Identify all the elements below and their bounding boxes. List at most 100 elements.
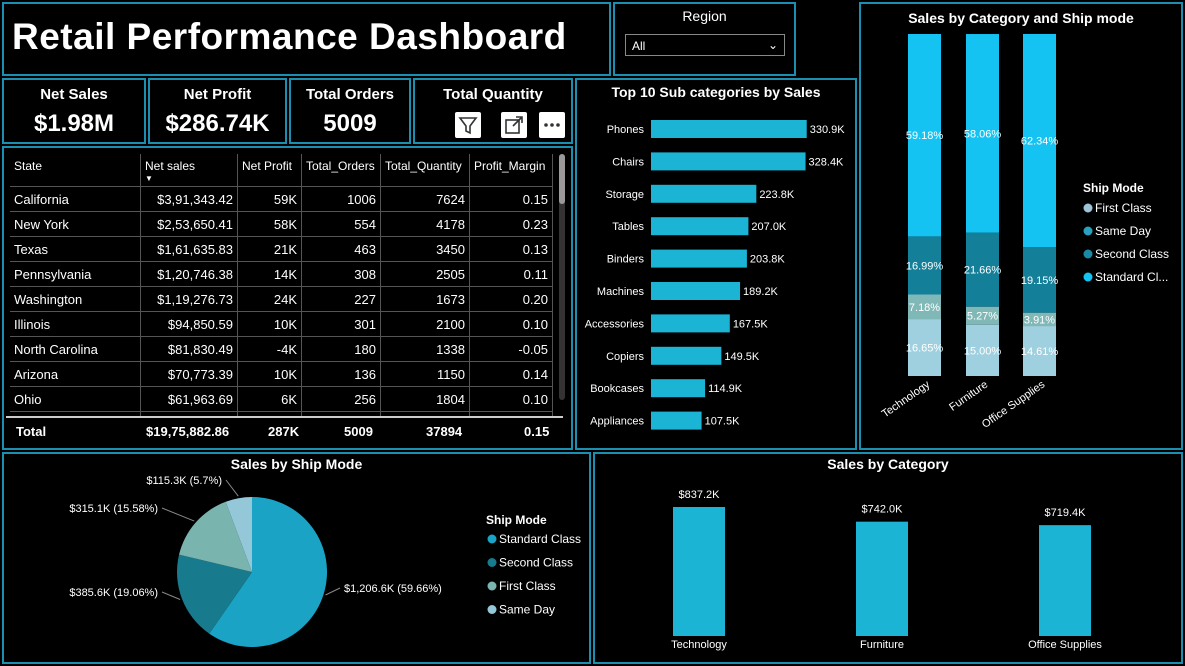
table-cell: Pennsylvania: [10, 261, 141, 287]
category-shipmode-panel: Sales by Category and Ship mode 16.65% 7.…: [859, 2, 1183, 450]
table-row[interactable]: Illinois $94,850.59 10K 301 2100 0.10: [10, 311, 553, 337]
kpi-label: Total Quantity: [443, 86, 543, 103]
data-label: 15.00%: [964, 345, 1002, 357]
tick-label: Machines: [597, 286, 645, 298]
table-cell: 1006: [301, 186, 381, 212]
kpi-value: $1.98M: [33, 110, 115, 137]
table-cell: $2,53,650.41: [140, 211, 238, 237]
table-cell: Texas: [10, 236, 141, 262]
column-header[interactable]: Net Profit: [237, 154, 302, 187]
table-cell: -4K: [237, 336, 302, 362]
data-label: 19.15%: [1021, 275, 1059, 287]
data-label: 207.0K: [751, 221, 787, 233]
data-label: 16.65%: [906, 343, 944, 355]
total-orders: 5009: [344, 424, 373, 439]
region-dropdown[interactable]: All ⌄: [625, 34, 785, 56]
table-cell: 14K: [237, 261, 302, 287]
table-cell: 0.10: [469, 386, 553, 412]
leader-line: [325, 587, 341, 596]
scroll-thumb[interactable]: [559, 154, 565, 204]
table-row[interactable]: New York $2,53,650.41 58K 554 4178 0.23: [10, 211, 553, 237]
table-cell: $61,963.69: [140, 386, 238, 412]
filter-icon[interactable]: [455, 112, 481, 138]
state-table: State Net sales ▼ Net Profit Total_Orders…: [10, 154, 553, 436]
subcategory-bar-chart: Phones 330.9K Chairs 328.4K Storage 223.8K Tab…: [585, 120, 845, 430]
more-options-icon[interactable]: [539, 112, 565, 138]
bar: [651, 249, 747, 268]
tick-label: Appliances: [590, 416, 644, 428]
table-cell: 21K: [237, 236, 302, 262]
legend-label: Standard Class: [499, 532, 581, 546]
bar: [1039, 525, 1091, 636]
table-scrollbar[interactable]: [559, 154, 565, 400]
data-label: 14.61%: [1021, 346, 1059, 358]
data-label: 107.5K: [705, 416, 741, 428]
tick-label: Bookcases: [590, 383, 644, 395]
table-row[interactable]: Arizona $70,773.39 10K 136 1150 0.14: [10, 361, 553, 387]
legend-marker: [1083, 249, 1093, 259]
column-header[interactable]: State: [10, 154, 141, 187]
data-label: $315.1K (15.58%): [69, 503, 158, 515]
legend-label: Standard Cl...: [1095, 270, 1168, 284]
table-cell: $1,19,276.73: [140, 286, 238, 312]
column-header[interactable]: Profit_Margin: [469, 154, 553, 187]
table-row[interactable]: California $3,91,343.42 59K 1006 7624 0.15: [10, 186, 553, 212]
table-cell: $94,850.59: [140, 311, 238, 337]
table-row[interactable]: Ohio $61,963.69 6K 256 1804 0.10: [10, 386, 553, 412]
bar: [651, 217, 749, 236]
table-cell: 0.20: [469, 286, 553, 312]
kpi-label: Net Profit: [183, 86, 252, 103]
bar: [651, 379, 706, 398]
table-cell: $1,20,746.38: [140, 261, 238, 287]
table-row[interactable]: Pennsylvania $1,20,746.38 14K 308 2505 0.11: [10, 261, 553, 287]
bar: [651, 411, 702, 430]
table-total-row: Total $19,75,882.86 287K 5009 37894 0.15: [6, 416, 563, 446]
legend-title: Ship Mode: [1083, 181, 1144, 195]
legend-label: Same Day: [499, 603, 555, 617]
chevron-down-icon: ⌄: [767, 38, 778, 52]
legend-marker: [1083, 272, 1093, 282]
table-row[interactable]: North Carolina $81,830.49 -4K 180 1338 -0.05: [10, 336, 553, 362]
table-cell: 24K: [237, 286, 302, 312]
region-value: All: [632, 39, 646, 53]
table-cell: 4178: [380, 211, 470, 237]
legend-marker: [487, 558, 497, 567]
data-label: $837.2K: [679, 489, 721, 501]
kpi-value: 5009: [323, 110, 377, 137]
kpi-net-profit: Net Profit $286.74K: [148, 78, 287, 144]
data-label: 21.66%: [964, 265, 1002, 277]
category-shipmode-chart: 16.65% 7.18% 16.99% 59.18% Technology 15.00% 5…: [880, 33, 1169, 431]
bar: [651, 120, 807, 138]
tick-label: Office Supplies: [1028, 639, 1102, 651]
kpi-label: Net Sales: [40, 86, 108, 103]
column-header[interactable]: Net sales ▼: [140, 154, 238, 187]
data-label: 3.91%: [1024, 314, 1055, 326]
table-cell: 0.11: [469, 261, 553, 287]
tick-label: Furniture: [947, 379, 990, 414]
data-label: 58.06%: [964, 128, 1002, 140]
table-cell: North Carolina: [10, 336, 141, 362]
subcategory-chart-panel: Top 10 Sub categories by Sales Phones 330…: [575, 78, 857, 450]
data-label: 328.4K: [809, 156, 845, 168]
table-cell: 180: [301, 336, 381, 362]
focus-mode-icon[interactable]: [501, 112, 527, 138]
tick-label: Tables: [612, 221, 644, 233]
legend-label: Same Day: [1095, 224, 1151, 238]
column-header[interactable]: Total_Quantity: [380, 154, 470, 187]
table-cell: 0.10: [469, 311, 553, 337]
kpi-net-sales: Net Sales $1.98M: [2, 78, 146, 144]
legend-label: Second Class: [499, 556, 573, 570]
kpi-total-orders: Total Orders 5009: [289, 78, 411, 144]
table-cell: $81,830.49: [140, 336, 238, 362]
region-slicer: Region All ⌄: [613, 2, 796, 76]
bar: [651, 184, 757, 203]
column-header[interactable]: Total_Orders: [301, 154, 381, 187]
table-row[interactable]: Washington $1,19,276.73 24K 227 1673 0.20: [10, 286, 553, 312]
tick-label: Chairs: [612, 156, 644, 168]
leader-line: [225, 479, 239, 497]
table-cell: Arizona: [10, 361, 141, 387]
chart-title: Sales by Category and Ship mode: [908, 10, 1134, 26]
chart-title: Sales by Ship Mode: [230, 456, 363, 472]
data-label: 149.5K: [724, 351, 760, 363]
table-row[interactable]: Texas $1,61,635.83 21K 463 3450 0.13: [10, 236, 553, 262]
